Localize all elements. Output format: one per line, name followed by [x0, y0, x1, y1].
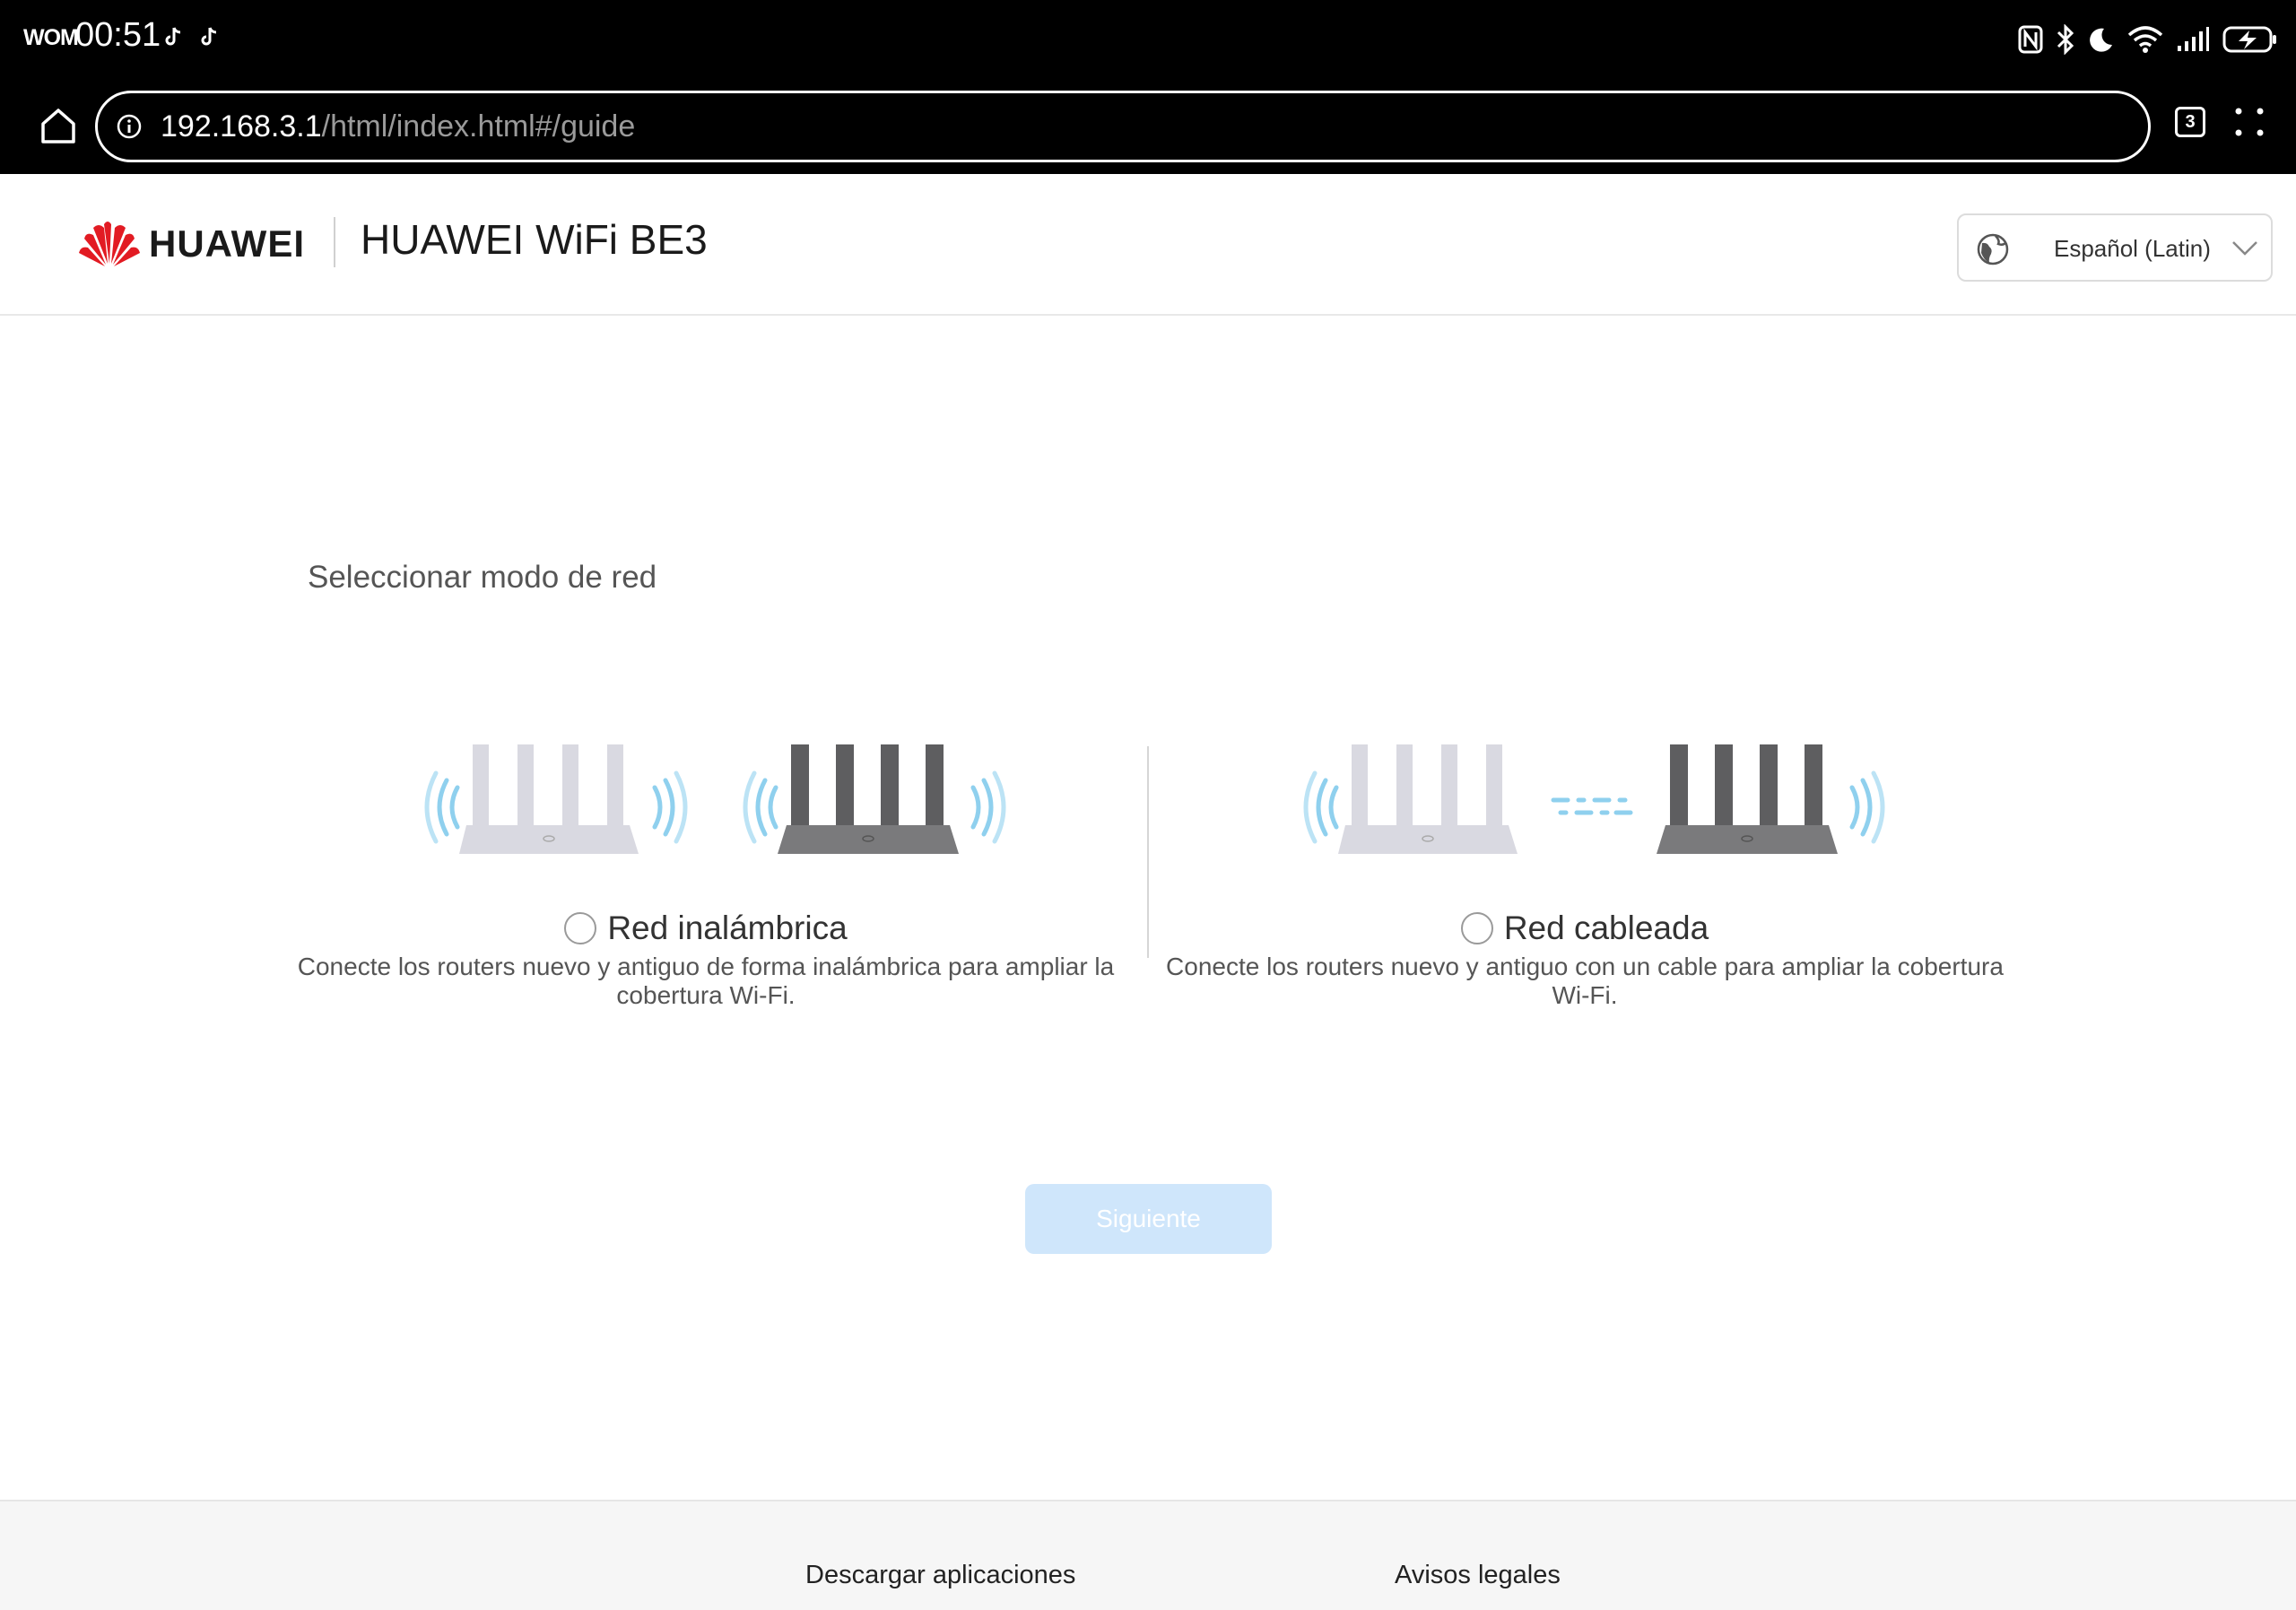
url-text[interactable]: 192.168.3.1/html/index.html#/guide — [161, 109, 635, 144]
info-icon[interactable] — [116, 113, 143, 140]
page-title: Seleccionar modo de red — [308, 560, 657, 595]
option-label[interactable]: Red cableada — [1504, 909, 1709, 947]
footer-link-legal[interactable]: Avisos legales — [1395, 1561, 1561, 1590]
option-description: Conecte los routers nuevo y antiguo con … — [1166, 953, 2004, 1009]
option-wireless[interactable]: Red inalámbrica Conecte los routers nuev… — [271, 735, 1141, 1023]
status-bar: WOM 00:51 — [0, 0, 2296, 79]
bluetooth-icon — [2057, 24, 2074, 55]
radio-row-wireless[interactable]: Red inalámbrica — [271, 909, 1141, 954]
old-router — [459, 744, 639, 854]
header-divider — [334, 217, 335, 267]
wireless-illustration — [424, 744, 1006, 854]
url-path: /html/index.html#/guide — [321, 109, 636, 144]
address-bar[interactable]: 192.168.3.1/html/index.html#/guide — [95, 91, 2151, 162]
more-menu-icon[interactable] — [2233, 106, 2266, 138]
wifi-icon — [2127, 26, 2163, 53]
option-description: Conecte los routers nuevo y antiguo de f… — [297, 953, 1115, 1009]
radio-wireless[interactable] — [564, 912, 597, 944]
battery-charging-icon — [2222, 26, 2276, 53]
browser-toolbar: 192.168.3.1/html/index.html#/guide 3 — [0, 79, 2296, 174]
tiktok-icon — [201, 27, 217, 46]
tiktok-icon — [165, 27, 181, 46]
brand-name: HUAWEI — [149, 222, 305, 265]
do-not-disturb-icon — [2090, 28, 2112, 52]
option-label[interactable]: Red inalámbrica — [607, 909, 847, 947]
clock: 00:51 — [75, 16, 161, 54]
nfc-icon — [2018, 25, 2043, 54]
radio-row-wired[interactable]: Red cableada — [1150, 909, 2020, 954]
signal-icon — [2178, 27, 2209, 51]
language-label: Español (Latin) — [2054, 235, 2211, 262]
footer: Descargar aplicaciones Avisos legales — [0, 1500, 2296, 1610]
carrier-label: WOM — [23, 25, 79, 50]
option-divider — [1147, 746, 1149, 958]
footer-link-download-apps[interactable]: Descargar aplicaciones — [805, 1561, 1075, 1590]
chevron-down-icon — [2232, 241, 2257, 256]
globe-icon — [1977, 233, 2009, 265]
product-name: HUAWEI WiFi BE3 — [361, 216, 708, 263]
home-icon[interactable] — [36, 104, 81, 149]
system-icons — [2018, 20, 2278, 59]
cable-dashes — [1551, 797, 1633, 815]
url-host: 192.168.3.1 — [161, 109, 322, 144]
language-select[interactable]: Español (Latin) — [1957, 213, 2273, 282]
wired-illustration — [1303, 744, 1885, 854]
option-wired[interactable]: Red cableada Conecte los routers nuevo y… — [1150, 735, 2020, 1023]
next-button[interactable]: Siguiente — [1025, 1184, 1272, 1254]
tab-switcher-button[interactable]: 3 — [2175, 107, 2205, 137]
new-router — [791, 744, 944, 834]
huawei-logo — [79, 222, 140, 266]
page-header: HUAWEI HUAWEI WiFi BE3 Español (Latin) — [0, 174, 2296, 316]
radio-wired[interactable] — [1460, 912, 1493, 944]
